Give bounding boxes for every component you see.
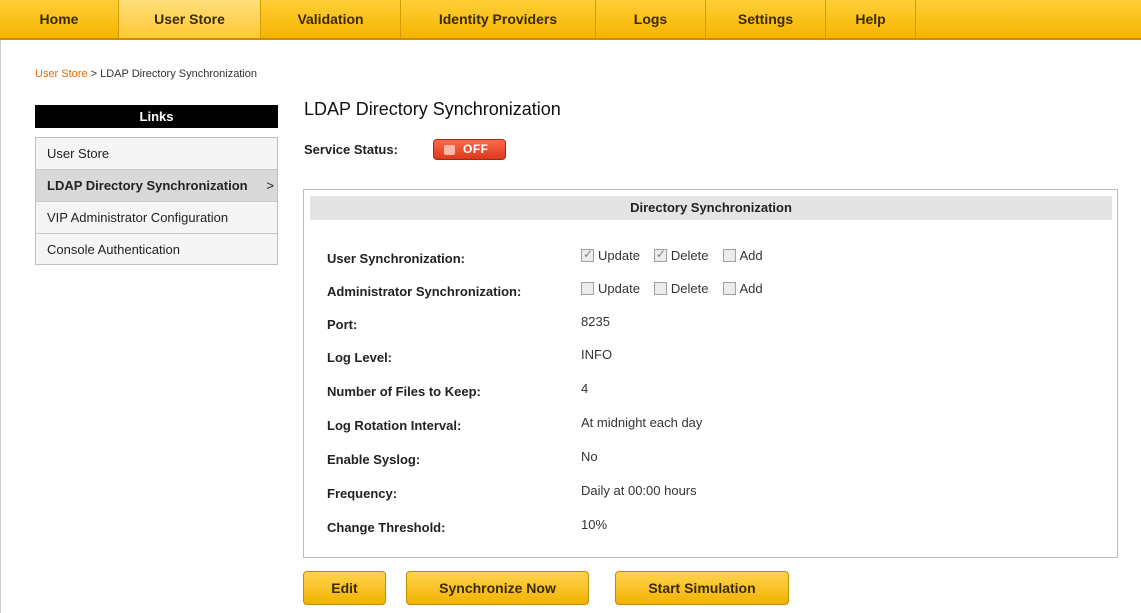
user-sync-delete-checkbox[interactable] <box>653 247 667 262</box>
admin-sync-options: Update Delete Add <box>581 281 763 296</box>
tab-validation[interactable]: Validation <box>261 0 401 38</box>
checkbox-label: Update <box>598 281 640 296</box>
user-sync-update-checkbox[interactable] <box>581 247 594 262</box>
breadcrumb-link-user-store[interactable]: User Store <box>35 68 88 80</box>
page-title: LDAP Directory Synchronization <box>304 99 561 119</box>
service-status-toggle[interactable]: OFF <box>433 139 506 160</box>
log-level-value: INFO <box>581 347 613 362</box>
user-sync-options: Update Delete Add <box>581 247 763 263</box>
tab-home[interactable]: Home <box>0 0 119 38</box>
sidebar-item-console-authentication[interactable]: Console Authentication <box>36 234 277 264</box>
sidebar-item-label: Console Authentication <box>47 242 180 257</box>
enable-syslog-label: Enable Syslog: <box>327 452 421 467</box>
log-rotation-label: Log Rotation Interval: <box>327 418 462 433</box>
admin-sync-update-checkbox[interactable] <box>581 282 594 295</box>
log-rotation-value: At midnight each day <box>581 415 703 430</box>
log-level-label: Log Level: <box>327 350 393 365</box>
sidebar-item-vip-admin-config[interactable]: VIP Administrator Configuration <box>36 202 277 234</box>
sidebar-item-ldap-directory-sync[interactable]: LDAP Directory Synchronization > <box>36 170 277 202</box>
files-to-keep-label: Number of Files to Keep: <box>327 384 481 399</box>
panel-header: Directory Synchronization <box>310 196 1112 220</box>
synchronize-now-button[interactable]: Synchronize Now <box>406 571 589 605</box>
frequency-value: Daily at 00:00 hours <box>581 483 697 498</box>
frequency-label: Frequency: <box>327 486 398 501</box>
user-sync-label: User Synchronization: <box>327 251 465 266</box>
sidebar-header: Links <box>35 105 278 128</box>
admin-sync-add-checkbox[interactable] <box>722 282 736 295</box>
breadcrumb: User Store > LDAP Directory Synchronizat… <box>35 68 257 80</box>
breadcrumb-current: LDAP Directory Synchronization <box>100 68 258 80</box>
sidebar-item-user-store[interactable]: User Store <box>36 138 277 170</box>
checkbox-label: Update <box>598 248 640 263</box>
checkbox-label: Add <box>739 248 763 263</box>
admin-sync-delete-checkbox[interactable] <box>653 282 667 295</box>
enable-syslog-value: No <box>581 449 598 464</box>
page-left-border <box>0 0 1 613</box>
checkbox-label: Delete <box>670 248 709 263</box>
checkbox-label: Add <box>739 281 763 296</box>
sidebar-item-label: LDAP Directory Synchronization <box>47 178 248 193</box>
tab-user-store[interactable]: User Store <box>119 0 261 38</box>
top-navigation: Home User Store Validation Identity Prov… <box>0 0 1141 40</box>
directory-sync-panel: Directory Synchronization <box>303 189 1118 558</box>
start-simulation-button[interactable]: Start Simulation <box>615 571 789 605</box>
change-threshold-value: 10% <box>581 517 608 532</box>
tab-help[interactable]: Help <box>826 0 916 38</box>
checkbox-label: Delete <box>670 281 709 296</box>
tab-identity-providers[interactable]: Identity Providers <box>401 0 596 38</box>
sidebar-item-label: User Store <box>47 146 110 161</box>
service-status-value: OFF <box>463 142 489 156</box>
change-threshold-label: Change Threshold: <box>327 520 446 535</box>
service-status-label: Service Status: <box>304 142 398 157</box>
chevron-right-icon: > <box>266 178 274 193</box>
port-value: 8235 <box>581 314 610 329</box>
user-sync-add-checkbox[interactable] <box>722 249 736 262</box>
edit-button[interactable]: Edit <box>303 571 386 605</box>
sidebar-item-label: VIP Administrator Configuration <box>47 210 229 225</box>
sidebar-links: User Store LDAP Directory Synchronizatio… <box>35 137 278 265</box>
files-to-keep-value: 4 <box>581 381 589 396</box>
admin-sync-label: Administrator Synchronization: <box>327 284 522 299</box>
tab-settings[interactable]: Settings <box>706 0 826 38</box>
toggle-knob-icon <box>444 145 455 155</box>
breadcrumb-separator: > <box>87 68 101 80</box>
port-label: Port: <box>327 317 358 332</box>
tab-logs[interactable]: Logs <box>596 0 706 38</box>
